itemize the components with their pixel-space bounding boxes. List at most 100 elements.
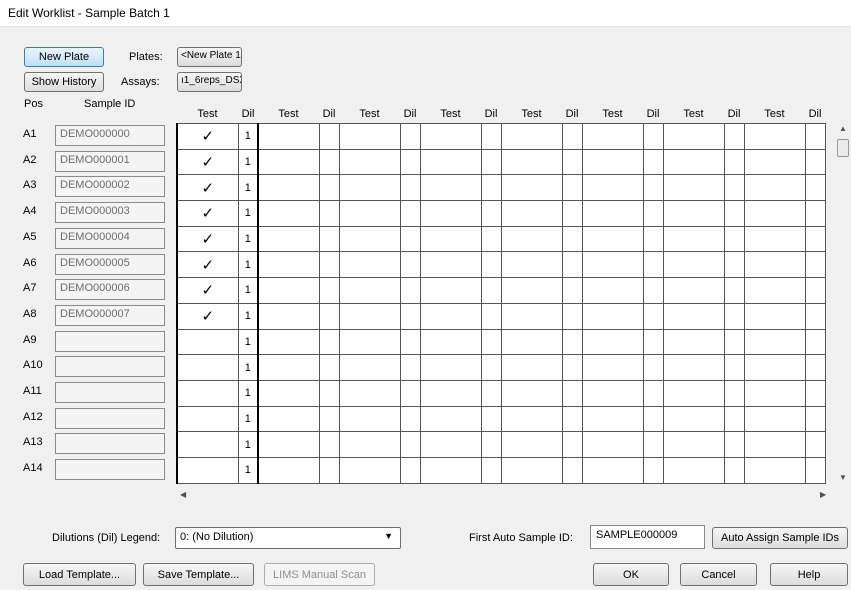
scroll-left-icon[interactable]: ◀ <box>180 490 186 499</box>
test-cell[interactable]: ✓ <box>176 277 239 304</box>
sample-id-field[interactable]: DEMO000002 <box>55 176 165 198</box>
dil-cell[interactable] <box>561 456 583 484</box>
sample-id-field[interactable] <box>55 407 165 429</box>
dil-cell[interactable] <box>804 123 826 150</box>
test-cell[interactable] <box>743 405 806 433</box>
test-cell[interactable] <box>662 148 725 176</box>
dil-cell[interactable] <box>561 431 583 458</box>
dil-cell[interactable] <box>318 379 340 407</box>
vertical-scrollbar[interactable]: ▲ ▼ <box>836 122 850 485</box>
test-cell[interactable] <box>581 174 644 202</box>
test-cell[interactable] <box>581 148 644 176</box>
test-cell[interactable] <box>419 405 482 433</box>
test-cell[interactable] <box>743 456 806 484</box>
test-cell[interactable] <box>257 251 320 279</box>
help-button[interactable]: Help <box>770 563 848 586</box>
test-cell[interactable] <box>662 328 725 356</box>
dil-cell[interactable] <box>561 123 583 150</box>
test-cell[interactable] <box>176 405 239 433</box>
dil-cell[interactable] <box>318 354 340 381</box>
test-cell[interactable] <box>419 123 482 150</box>
dil-cell[interactable] <box>318 123 340 150</box>
dil-cell[interactable] <box>804 148 826 176</box>
dil-cell[interactable] <box>480 431 502 458</box>
test-cell[interactable] <box>581 277 644 304</box>
sample-id-field[interactable] <box>55 356 165 378</box>
dil-cell[interactable] <box>480 354 502 381</box>
load-template-button[interactable]: Load Template... <box>23 563 136 586</box>
dil-cell[interactable] <box>318 431 340 458</box>
dil-cell[interactable] <box>480 328 502 356</box>
dil-cell[interactable] <box>561 200 583 227</box>
dil-cell[interactable] <box>723 277 745 304</box>
dil-cell[interactable] <box>480 405 502 433</box>
dil-cell[interactable] <box>399 174 421 202</box>
test-cell[interactable] <box>581 354 644 381</box>
test-cell[interactable] <box>743 174 806 202</box>
test-cell[interactable] <box>257 148 320 176</box>
dil-cell[interactable] <box>399 123 421 150</box>
dil-cell[interactable] <box>723 379 745 407</box>
dil-cell[interactable]: 1 <box>237 405 259 433</box>
dil-cell[interactable] <box>561 405 583 433</box>
test-cell[interactable] <box>338 174 401 202</box>
test-cell[interactable] <box>743 123 806 150</box>
dil-cell[interactable] <box>318 148 340 176</box>
test-cell[interactable] <box>419 431 482 458</box>
test-cell[interactable] <box>743 200 806 227</box>
sample-id-field[interactable] <box>55 459 165 481</box>
test-cell[interactable] <box>662 123 725 150</box>
dil-cell[interactable] <box>318 302 340 330</box>
dil-cell[interactable] <box>723 225 745 253</box>
dil-cell[interactable] <box>642 123 664 150</box>
test-cell[interactable] <box>419 328 482 356</box>
dil-cell[interactable] <box>642 174 664 202</box>
dil-cell[interactable] <box>561 328 583 356</box>
test-cell[interactable] <box>743 148 806 176</box>
assays-selector[interactable]: ı1_6reps_DSX_ <box>177 72 242 92</box>
dil-cell[interactable] <box>804 431 826 458</box>
test-cell[interactable] <box>257 225 320 253</box>
dil-cell[interactable] <box>480 251 502 279</box>
sample-id-field[interactable]: DEMO000004 <box>55 227 165 249</box>
test-cell[interactable] <box>257 123 320 150</box>
test-cell[interactable] <box>257 302 320 330</box>
test-cell[interactable]: ✓ <box>176 148 239 176</box>
dil-cell[interactable] <box>804 456 826 484</box>
dil-cell[interactable] <box>480 277 502 304</box>
sample-id-field[interactable]: DEMO000001 <box>55 150 165 172</box>
test-cell[interactable] <box>500 379 563 407</box>
dil-cell[interactable] <box>561 225 583 253</box>
test-cell[interactable] <box>176 328 239 356</box>
test-cell[interactable] <box>176 456 239 484</box>
dil-cell[interactable] <box>723 354 745 381</box>
dil-cell[interactable] <box>561 379 583 407</box>
dil-cell[interactable] <box>399 328 421 356</box>
test-cell[interactable] <box>257 354 320 381</box>
dil-cell[interactable] <box>642 431 664 458</box>
scroll-right-icon[interactable]: ▶ <box>820 490 826 499</box>
test-cell[interactable] <box>500 174 563 202</box>
dil-cell[interactable] <box>318 174 340 202</box>
test-cell[interactable] <box>581 123 644 150</box>
dil-cell[interactable] <box>480 379 502 407</box>
sample-id-field[interactable] <box>55 382 165 403</box>
dil-cell[interactable] <box>318 328 340 356</box>
dil-cell[interactable]: 1 <box>237 200 259 227</box>
sample-id-field[interactable]: DEMO000000 <box>55 125 165 146</box>
dil-cell[interactable]: 1 <box>237 225 259 253</box>
dil-cell[interactable] <box>642 302 664 330</box>
dil-cell[interactable]: 1 <box>237 174 259 202</box>
test-cell[interactable] <box>419 174 482 202</box>
dil-cell[interactable] <box>561 251 583 279</box>
test-cell[interactable] <box>581 431 644 458</box>
dil-cell[interactable] <box>804 354 826 381</box>
dil-cell[interactable] <box>399 431 421 458</box>
ok-button[interactable]: OK <box>593 563 669 586</box>
dil-cell[interactable] <box>480 123 502 150</box>
horizontal-scrollbar[interactable]: ◀ ▶ <box>176 487 834 502</box>
test-cell[interactable] <box>581 456 644 484</box>
test-cell[interactable] <box>743 431 806 458</box>
test-cell[interactable] <box>500 123 563 150</box>
test-cell[interactable] <box>662 456 725 484</box>
